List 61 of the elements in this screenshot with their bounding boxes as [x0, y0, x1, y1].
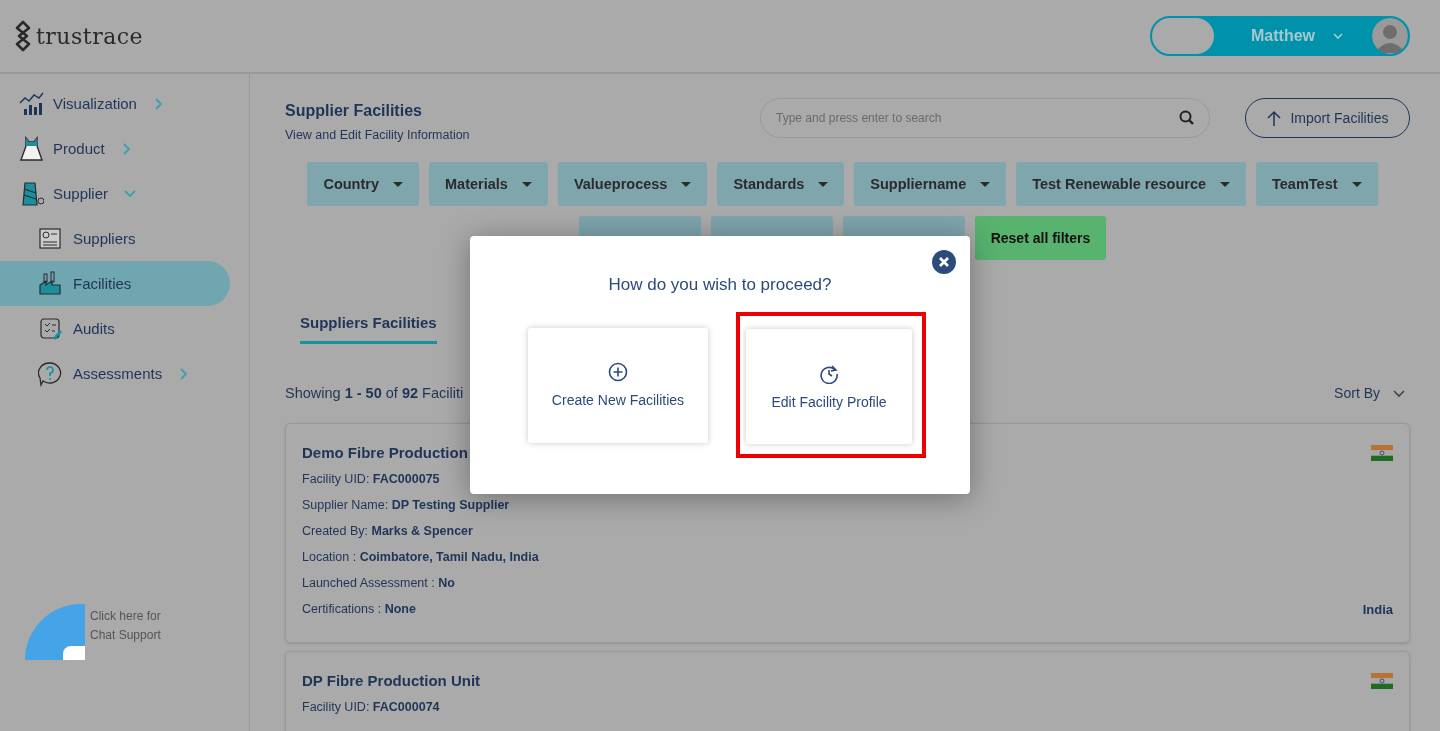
- option-card[interactable]: Edit Facility Profile: [746, 329, 912, 444]
- caret-icon: [1351, 181, 1362, 187]
- facility-name: Demo Fibre Production: [302, 444, 468, 461]
- search-icon: [1179, 110, 1194, 125]
- caret-icon: [521, 181, 532, 187]
- sort-dropdown[interactable]: Sort By: [1334, 385, 1406, 401]
- chart-icon: [18, 90, 44, 117]
- caret-icon: [980, 181, 991, 187]
- plus-circle-icon: [608, 362, 628, 382]
- caret-icon: [1220, 181, 1230, 187]
- facility-detail: Certifications : None: [302, 601, 416, 617]
- results-count: Showing 1 - 50 of 92 Faciliti: [285, 385, 464, 401]
- page-subtitle: View and Edit Facility Information: [285, 128, 471, 142]
- dialog-title: How do you wish to proceed?: [607, 275, 833, 295]
- facility-detail: Supplier Name: DP Testing Supplier: [302, 497, 511, 513]
- filter-dropdown[interactable]: Standards: [717, 162, 845, 206]
- caret-icon: [681, 181, 692, 187]
- facility-name: DP Fibre Production Unit: [302, 672, 481, 689]
- flag-icon: [1371, 672, 1393, 689]
- close-icon[interactable]: [932, 250, 956, 274]
- logo: trustrace: [14, 20, 144, 52]
- chevron-down-icon: [1332, 31, 1344, 41]
- nav-item[interactable]: Suppliers: [0, 216, 230, 261]
- facility-detail: Created By: Marks & Spencer: [302, 523, 474, 539]
- facility-detail: Facility UID: FAC000075: [302, 471, 441, 487]
- question-bubble-icon: [38, 360, 64, 387]
- checklist-icon: [38, 315, 64, 342]
- filter-dropdown[interactable]: Valueprocess: [557, 162, 708, 206]
- country-label: India: [1362, 601, 1393, 617]
- page-title: Supplier Facilities: [285, 102, 423, 120]
- logo-icon: [14, 20, 32, 52]
- id-card-icon: [38, 225, 64, 252]
- chevron-down-icon: [1392, 387, 1406, 399]
- nav-item[interactable]: Product: [0, 126, 230, 171]
- filter-dropdown[interactable]: TeamTest: [1256, 162, 1378, 206]
- avatar: [1372, 18, 1408, 54]
- nav-item[interactable]: Supplier: [0, 171, 230, 216]
- nav-item[interactable]: Audits: [0, 306, 230, 351]
- caret-icon: [393, 181, 403, 187]
- filter-dropdown[interactable]: Test Renewable resource: [1016, 162, 1246, 206]
- option-card[interactable]: Create New Facilities: [528, 327, 708, 443]
- dress-icon: [18, 135, 44, 162]
- nav-item[interactable]: Visualization: [0, 81, 230, 126]
- flag-icon: [1371, 444, 1393, 461]
- search-field[interactable]: Type and press enter to search: [760, 98, 1210, 138]
- factory-icon: [38, 270, 64, 297]
- facility-card[interactable]: DP Fibre Production Unit Facility UID: FAC000074: [285, 651, 1410, 731]
- filter-dropdown[interactable]: Suppliername: [854, 162, 1007, 206]
- nav-item[interactable]: Assessments: [0, 351, 230, 396]
- tab[interactable]: Suppliers Facilities: [300, 306, 437, 344]
- caret-icon: [818, 181, 829, 187]
- facility-detail: Facility UID: FAC000074: [302, 699, 441, 715]
- facility-detail: Launched Assessment : No: [302, 575, 456, 591]
- reset-button[interactable]: Reset all filters: [974, 216, 1107, 260]
- nav-item[interactable]: Facilities: [0, 261, 230, 306]
- chat-support-text[interactable]: Click here for Chat Support: [90, 607, 170, 660]
- filter-dropdown[interactable]: Materials: [429, 162, 548, 206]
- facility-detail: Location : Coimbatore, Tamil Nadu, India: [302, 549, 540, 565]
- filter-dropdown[interactable]: Country: [307, 162, 419, 206]
- arrow-up-icon: [1266, 109, 1283, 127]
- clock-refresh-icon: [819, 363, 839, 384]
